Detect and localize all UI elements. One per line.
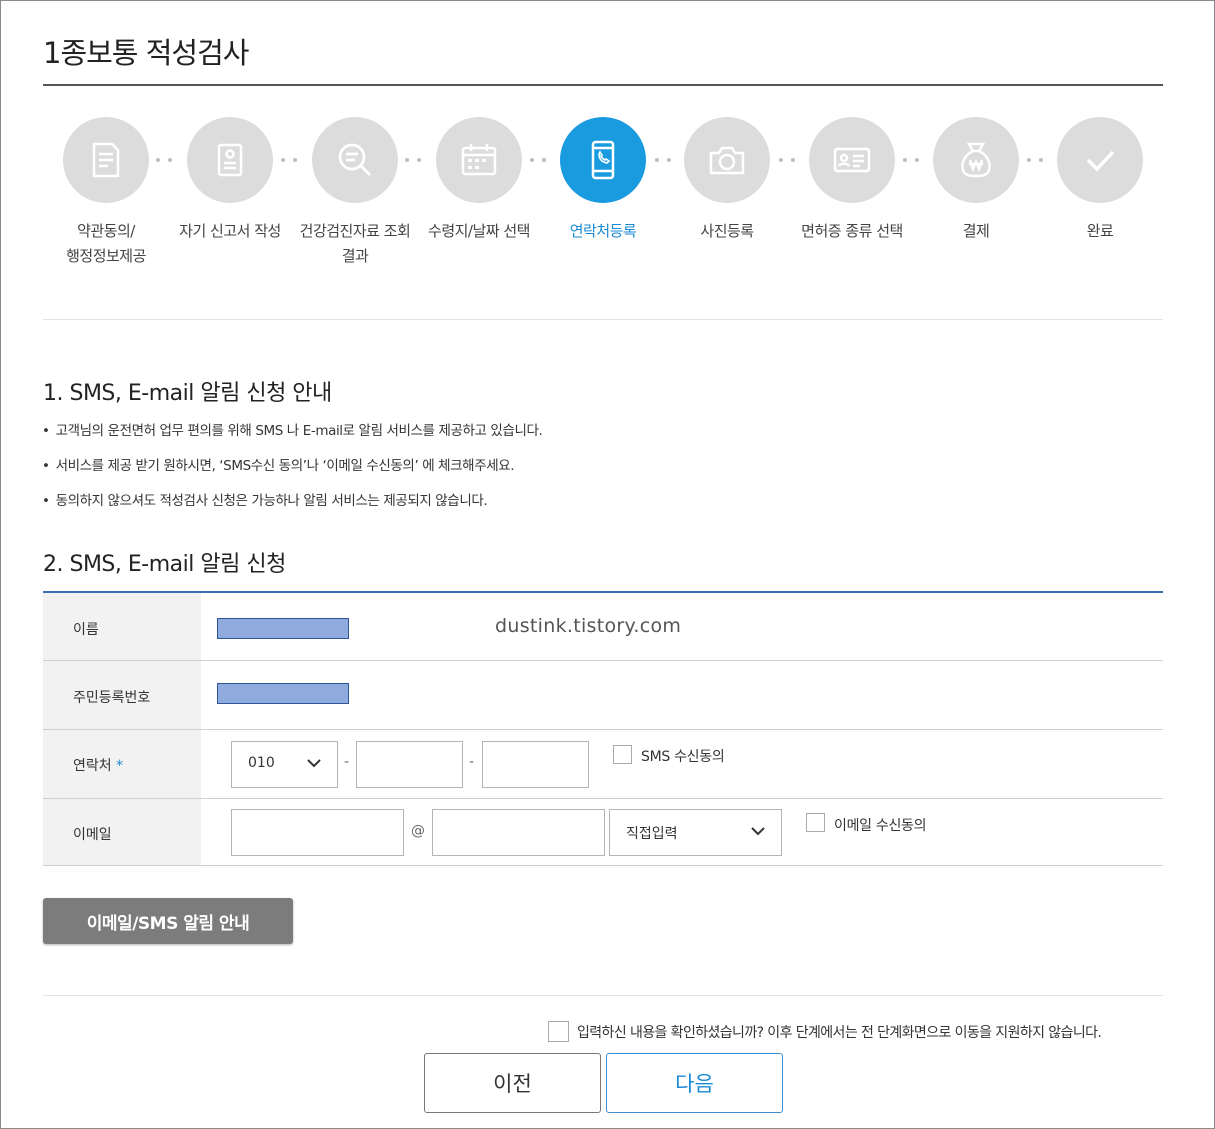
required-mark: *: [116, 758, 124, 774]
phone-label: 연락처 *: [73, 755, 123, 775]
step-connector: [525, 156, 551, 164]
license-card-icon: [833, 147, 871, 173]
info-bullet: 동의하지 않으셔도 적성검사 신청은 가능하나 알림 서비스는 제공되지 않습니…: [42, 489, 488, 509]
email-id-input[interactable]: [231, 809, 404, 856]
sms-consent-checkbox[interactable]: [613, 745, 632, 764]
row-divider: [43, 729, 1163, 730]
step-circle-photo: [684, 117, 770, 203]
won-bag-icon: [961, 142, 991, 178]
name-label: 이름: [73, 622, 99, 638]
email-domain-select[interactable]: 직접입력: [609, 809, 782, 856]
email-consent-checkbox[interactable]: [806, 813, 825, 832]
phone-label-text: 연락처: [73, 758, 112, 774]
phone-prefix-select[interactable]: 010: [231, 741, 338, 788]
rrn-value-redacted: [217, 683, 349, 704]
step-label-line: 완료: [1086, 222, 1114, 240]
email-domain-input[interactable]: [432, 809, 605, 856]
step-label-line: 면허증 종류 선택: [801, 222, 903, 240]
magnifier-icon: [338, 143, 371, 176]
name-value-redacted: [217, 618, 349, 639]
step-label-payment: 결제: [906, 219, 1046, 244]
title-divider: [43, 84, 1163, 86]
email-consent-label: 이메일 수신동의: [834, 818, 927, 834]
confirm-label: 입력하신 내용을 확인하셨습니까? 이후 단계에서는 전 단계화면으로 이동을 …: [577, 1025, 1102, 1041]
watermark-text: dustink.tistory.com: [495, 615, 682, 637]
step-label-date-select: 수령지/날짜 선택: [409, 219, 549, 244]
email-label: 이메일: [73, 827, 112, 843]
step-connector: [400, 156, 426, 164]
phone-last-input[interactable]: [482, 741, 589, 788]
step-circle-self-report: [187, 117, 273, 203]
phone-dash: -: [344, 754, 350, 770]
report-icon: [217, 143, 243, 177]
next-button[interactable]: 다음: [606, 1053, 783, 1113]
step-label-license-type: 면허증 종류 선택: [782, 219, 922, 244]
row-header-bg: [43, 799, 201, 865]
form-top-border: [43, 591, 1163, 593]
step-label-self-report: 자기 신고서 작성: [160, 219, 300, 244]
chevron-down-icon: [751, 827, 765, 836]
phone-prefix-value: 010: [248, 755, 275, 771]
check-icon: [1086, 150, 1115, 172]
step-label-line: 사진등록: [700, 222, 754, 240]
phone-middle-input[interactable]: [356, 741, 463, 788]
document-icon: [92, 142, 120, 178]
step-connector: [1022, 156, 1048, 164]
prev-button[interactable]: 이전: [424, 1053, 601, 1113]
step-circle-date-select: [436, 117, 522, 203]
step-connector: [898, 156, 924, 164]
step-label-line: 결과: [341, 247, 369, 265]
step-connector: [276, 156, 302, 164]
section-divider: [43, 319, 1163, 320]
step-label-complete: 완료: [1030, 219, 1170, 244]
step-label-line: 연락처등록: [569, 222, 637, 240]
section1-title: 1. SMS, E-mail 알림 신청 안내: [43, 381, 332, 406]
row-divider: [43, 798, 1163, 799]
info-bullet: 고객님의 운전면허 업무 편의를 위해 SMS 나 E-mail로 알림 서비스…: [42, 419, 543, 439]
row-divider: [43, 865, 1163, 866]
email-domain-select-value: 직접입력: [626, 826, 678, 842]
rrn-label: 주민등록번호: [73, 690, 151, 706]
notification-info-button[interactable]: 이메일/SMS 알림 안내: [43, 898, 293, 944]
page-title: 1종보통 적성검사: [43, 36, 249, 70]
phone-dash: -: [469, 754, 475, 770]
step-circle-contact: [560, 117, 646, 203]
step-label-health-check: 건강검진자료 조회결과: [285, 219, 425, 269]
info-bullet: 서비스를 제공 받기 원하시면, ‘SMS수신 동의’나 ‘이메일 수신동의’ …: [42, 454, 515, 474]
step-label-terms: 약관동의/행정정보제공: [36, 219, 176, 269]
step-label-line: 행정정보제공: [66, 247, 146, 265]
step-label-line: 약관동의/: [77, 222, 135, 240]
phone-icon: [591, 140, 615, 180]
confirm-checkbox[interactable]: [548, 1021, 569, 1042]
step-label-contact: 연락처등록: [533, 219, 673, 244]
camera-icon: [709, 146, 745, 175]
section-divider: [43, 995, 1163, 996]
step-label-photo: 사진등록: [657, 219, 797, 244]
step-connector: [774, 156, 800, 164]
section2-title: 2. SMS, E-mail 알림 신청: [43, 552, 286, 577]
step-label-line: 수령지/날짜 선택: [428, 222, 530, 240]
at-sign: @: [411, 823, 425, 839]
step-circle-health-check: [312, 117, 398, 203]
step-circle-complete: [1057, 117, 1143, 203]
step-label-line: 건강검진자료 조회: [299, 222, 411, 240]
step-circle-payment: [933, 117, 1019, 203]
row-divider: [43, 660, 1163, 661]
chevron-down-icon: [307, 759, 321, 768]
step-label-line: 결제: [962, 222, 990, 240]
calendar-icon: [461, 144, 497, 176]
step-connector: [650, 156, 676, 164]
step-circle-terms: [63, 117, 149, 203]
sms-consent-label: SMS 수신동의: [641, 749, 725, 765]
row-header-bg: [43, 593, 201, 660]
step-circle-license-type: [809, 117, 895, 203]
step-connector: [151, 156, 177, 164]
step-label-line: 자기 신고서 작성: [179, 222, 281, 240]
